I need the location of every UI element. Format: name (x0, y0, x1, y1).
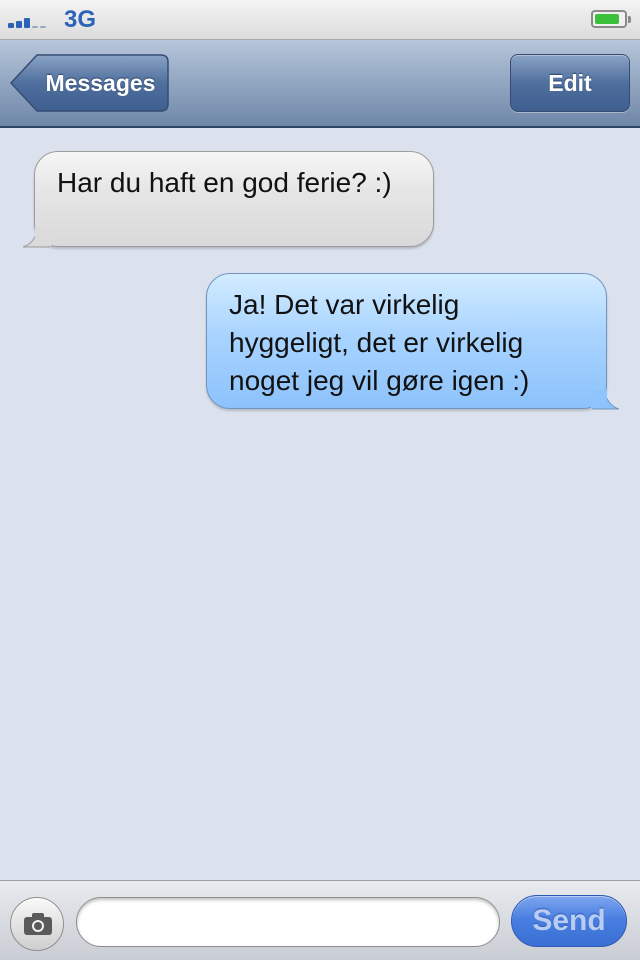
incoming-message-bubble[interactable]: Har du haft en god ferie? :) (22, 151, 434, 248)
signal-bar (8, 23, 14, 28)
bubble-tail-icon (22, 228, 51, 248)
signal-strength-icon (8, 14, 48, 28)
back-button-label: Messages (45, 70, 156, 96)
send-button[interactable]: Send (511, 895, 627, 947)
outgoing-message-bubble[interactable]: Ja! Det var virkelig hyggeligt, det er v… (206, 273, 620, 410)
status-bar: 3G (0, 0, 640, 40)
navigation-bar: Messages Edit (0, 40, 640, 128)
signal-bar (16, 21, 22, 28)
outgoing-message-text: Ja! Det var virkelig hyggeligt, det er v… (229, 289, 530, 396)
signal-bar (32, 26, 38, 28)
message-input[interactable] (76, 897, 500, 947)
conversation-thread: Har du haft en god ferie? :) Ja! Det var… (0, 128, 640, 880)
battery-icon (591, 10, 631, 28)
edit-button[interactable]: Edit (510, 54, 630, 112)
bubble-tail-icon (591, 390, 620, 410)
incoming-message-text: Har du haft en god ferie? :) (57, 167, 392, 198)
camera-icon (24, 913, 52, 935)
camera-button[interactable] (10, 897, 64, 951)
back-to-messages-button[interactable]: Messages (10, 54, 169, 112)
composer-bar: Send (0, 880, 640, 960)
signal-bar (24, 18, 30, 28)
network-type: 3G (64, 6, 97, 33)
signal-bar (40, 26, 46, 28)
battery-level-fill (595, 14, 619, 24)
